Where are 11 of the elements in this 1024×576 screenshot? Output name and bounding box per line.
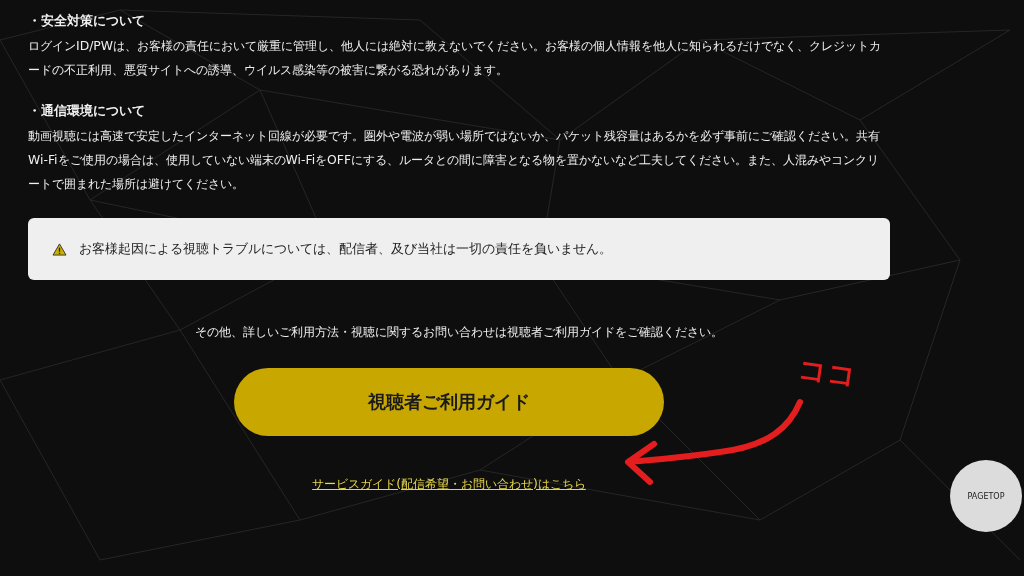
section-body: ログインID/PWは、お客様の責任において厳重に管理し、他人には絶対に教えないでください。お客様の個人情報を他人に知られるだけでなく、クレジットカードの不正利用、悪質サイトへの誘導、ウイルス感染等の被害に繋がる恐れがあります。 [28,37,883,79]
section-body: 動画視聴には高速で安定したインターネット回線が必要です。圏外や電波が弱い場所ではないか、パケット残容量はあるかを必ず事前にご確認ください。共有Wi-Fiをご使用の場合は、使用していない端末のWi-FiをOFFにする、ルータとの間に障害となる物を置かないなど工夫してください。また、人混みやコンクリートで囲まれた場所は避けてください。 [28,127,881,193]
notice-text: お客様起因による視聴トラブルについては、配信者、及び当社は一切の責任を負いません。 [79,240,612,258]
warning-icon [52,242,67,256]
annotation-text: ココ [795,351,859,395]
pagetop-button[interactable]: PAGETOP [950,460,1022,532]
service-guide-link[interactable]: サービスガイド(配信希望・お問い合わせ)はこちら [312,476,586,493]
guide-text: その他、詳しいご利用方法・視聴に関するお問い合わせは視聴者ご利用ガイドをご確認ください。 [194,323,724,341]
guide-button[interactable]: 視聴者ご利用ガイド [234,368,664,436]
section-heading: ・安全対策について [28,12,146,30]
section-heading: ・通信環境について [28,102,146,120]
